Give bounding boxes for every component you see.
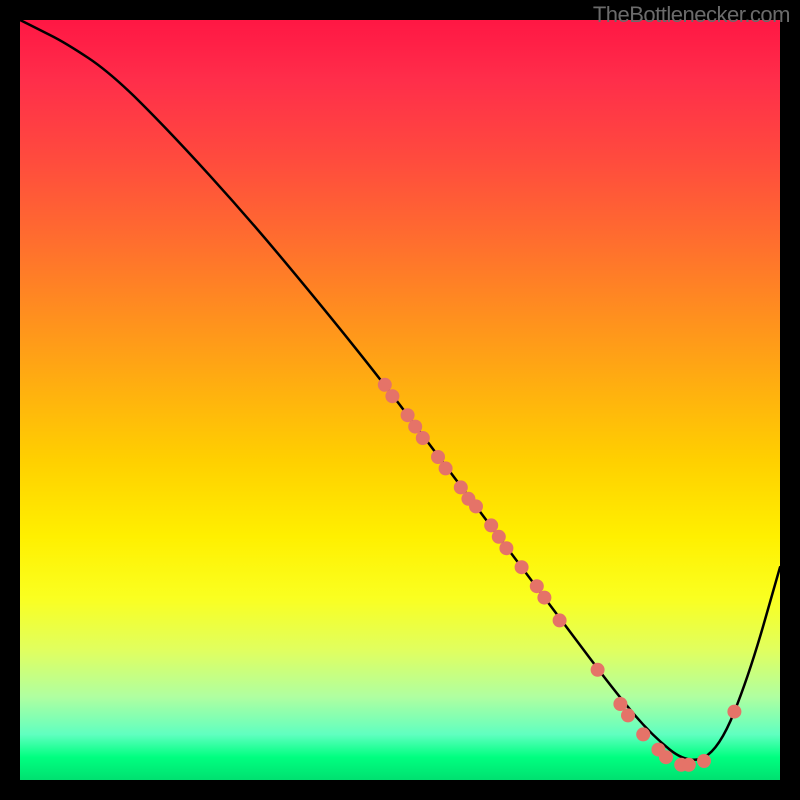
data-point-marker [591,663,605,677]
data-point-marker [408,420,422,434]
data-point-marker [401,408,415,422]
data-point-marker [530,579,544,593]
data-point-marker [697,754,711,768]
data-point-marker [613,697,627,711]
data-point-marker [682,758,696,772]
chart-container: TheBottlenecker.com [0,0,800,800]
data-point-marker [454,480,468,494]
data-point-marker [431,450,445,464]
data-point-marker [636,727,650,741]
data-point-marker [378,378,392,392]
plot-area [20,20,780,780]
data-point-marker [621,708,635,722]
data-point-marker [439,461,453,475]
data-point-marker [484,518,498,532]
data-point-marker [537,591,551,605]
data-point-marker [469,499,483,513]
data-point-marker [499,541,513,555]
attribution-text: TheBottlenecker.com [593,2,790,28]
bottleneck-curve-line [20,20,780,760]
data-point-marker [659,750,673,764]
data-point-marker [385,389,399,403]
chart-svg-overlay [20,20,780,780]
data-point-marker [727,705,741,719]
data-point-marker [515,560,529,574]
data-point-marker [492,530,506,544]
data-point-markers [378,378,742,772]
data-point-marker [553,613,567,627]
data-point-marker [416,431,430,445]
